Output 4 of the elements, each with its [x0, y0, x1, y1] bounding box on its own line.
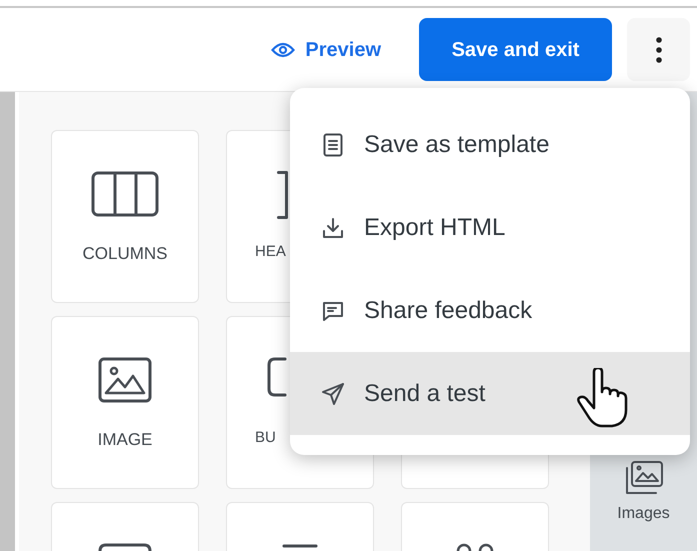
block-label: IMAGE: [98, 429, 152, 451]
block-label: COLUMNS: [82, 243, 168, 265]
block-label: HEA: [255, 242, 286, 262]
block-label: BU: [255, 428, 276, 448]
